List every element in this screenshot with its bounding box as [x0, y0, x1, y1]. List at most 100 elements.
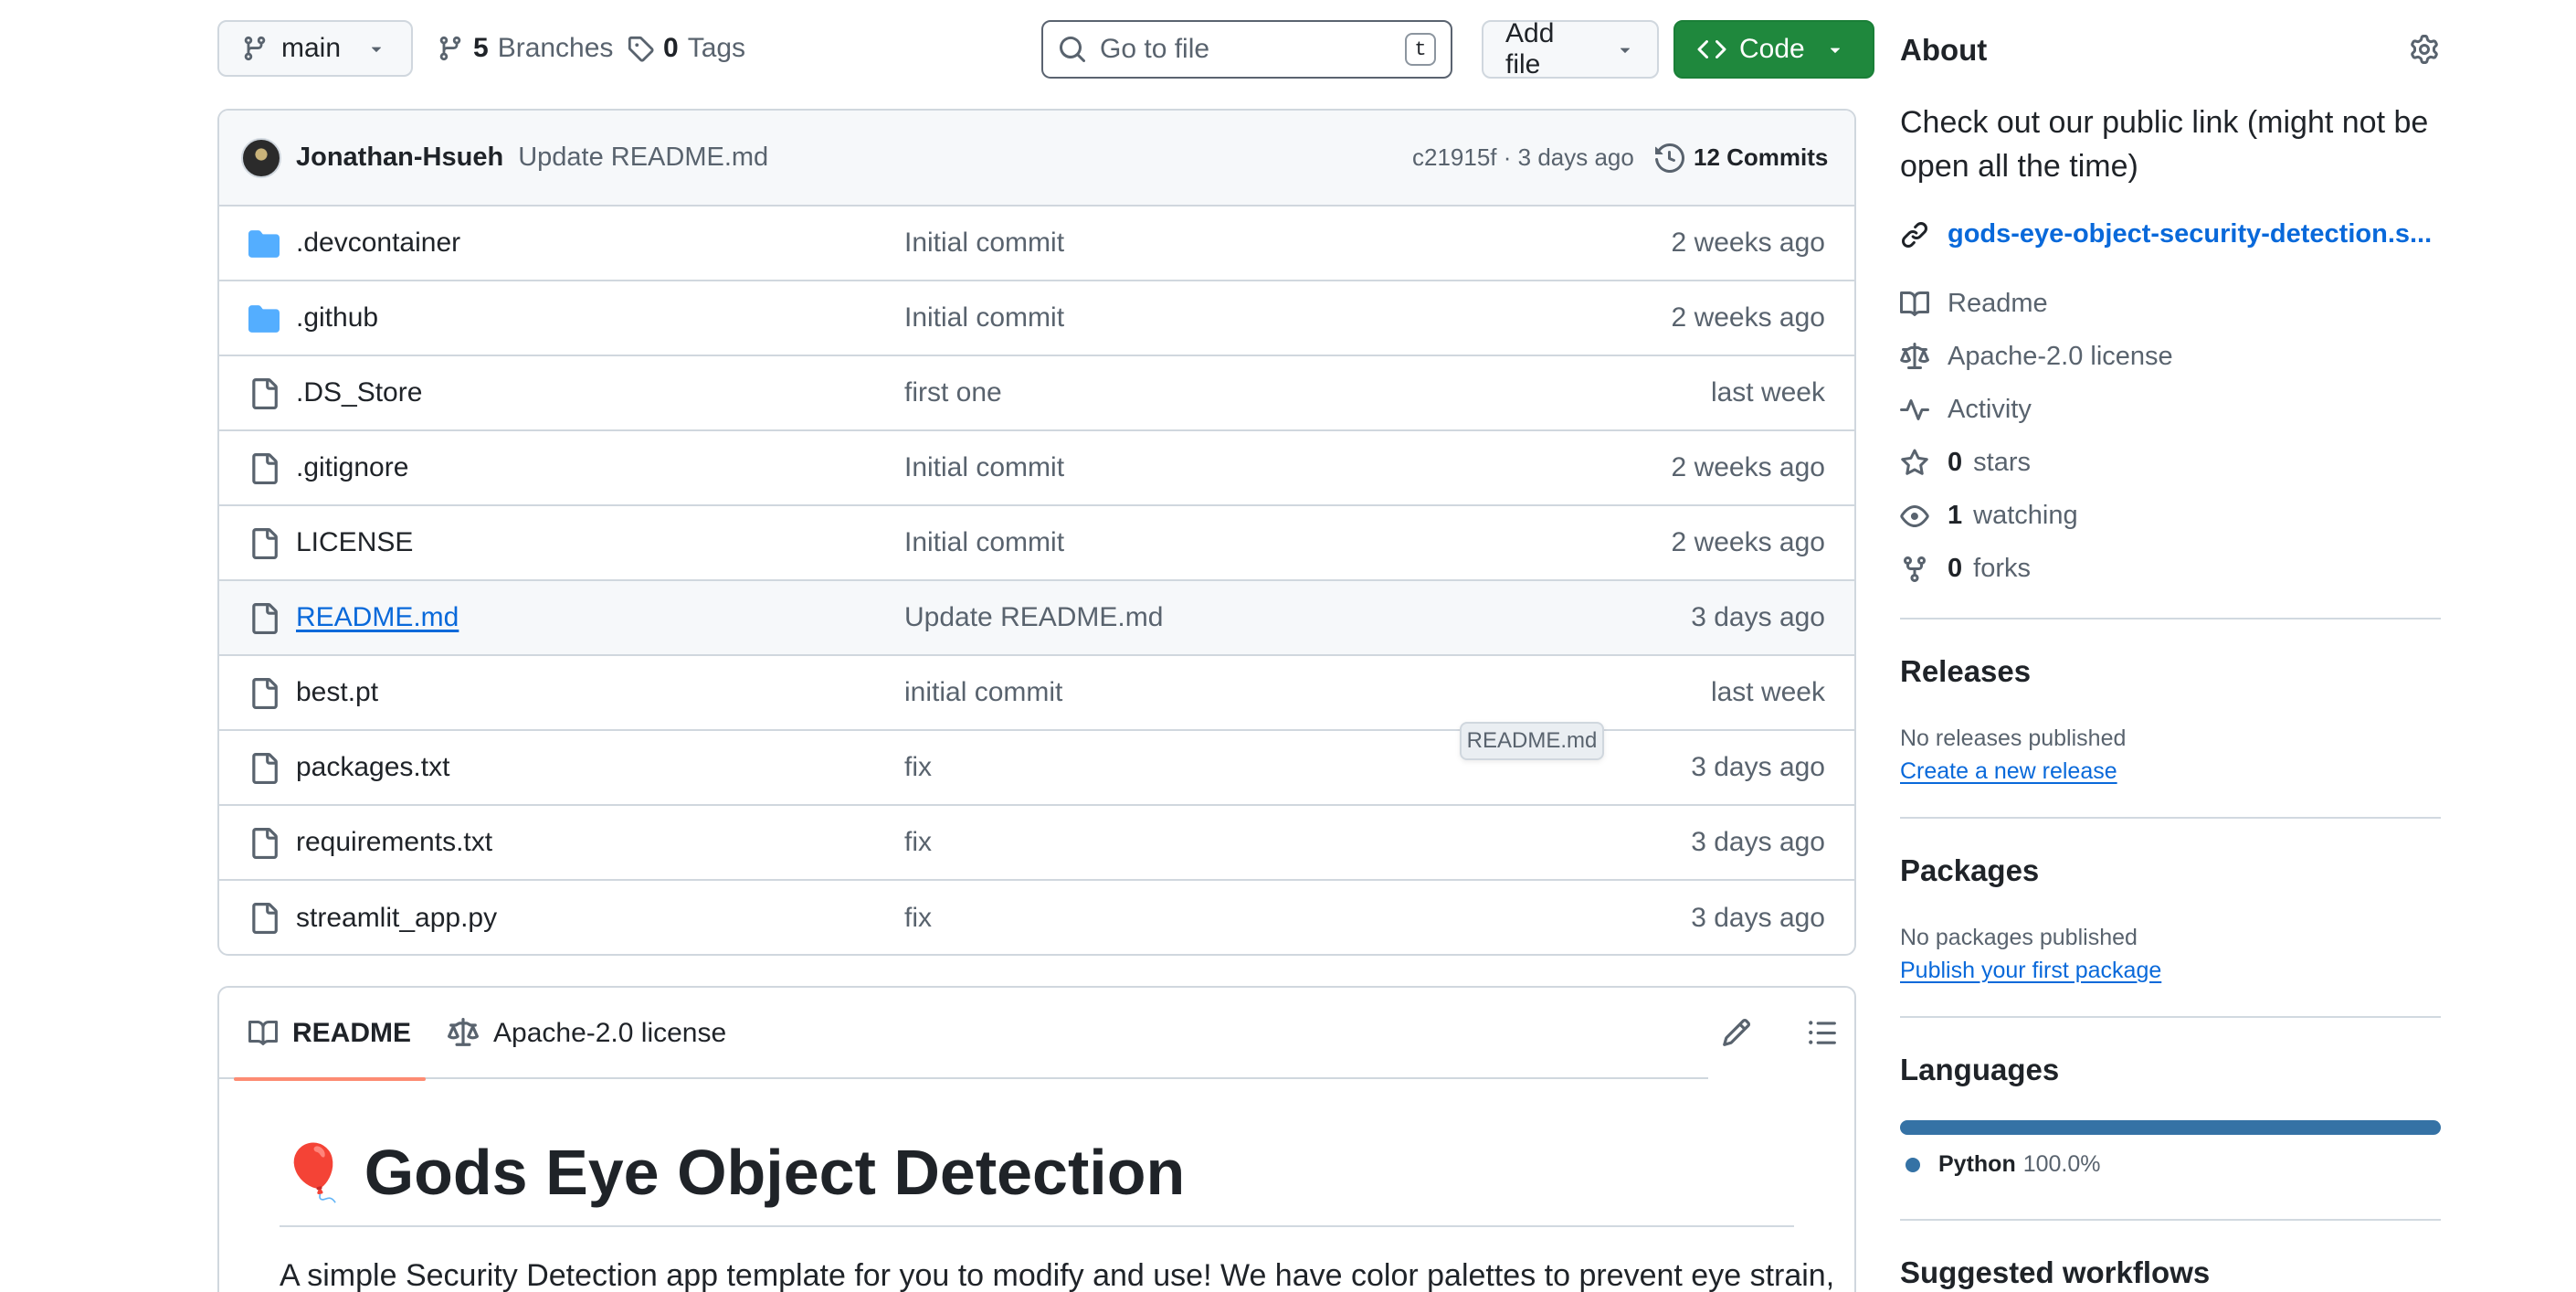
file-commit-message[interactable]: first one: [904, 377, 1002, 408]
branch-selector-button[interactable]: main: [217, 20, 413, 77]
stars-count: 0: [1948, 448, 1963, 477]
license-link[interactable]: Apache-2.0 license: [1900, 342, 2173, 372]
commits-history-link[interactable]: 12 Commits: [1655, 143, 1828, 173]
tooltip: README.md: [1460, 722, 1604, 760]
file-row[interactable]: .DS_Store first one last week: [219, 356, 1854, 431]
file-name[interactable]: LICENSE: [296, 527, 413, 558]
branch-name: main: [281, 33, 342, 63]
file-commit-message[interactable]: Initial commit: [904, 527, 1064, 558]
branches-label: Branches: [497, 33, 614, 63]
website-link[interactable]: gods-eye-object-security-detection.s...: [1900, 219, 2432, 249]
divider: [1900, 817, 2441, 819]
file-name[interactable]: .github: [296, 302, 378, 334]
watching-label: watching: [1973, 501, 2078, 530]
outline-button[interactable]: [1807, 1017, 1838, 1053]
publish-package-link[interactable]: Publish your first package: [1900, 958, 2161, 984]
watchers-link[interactable]: 1 watching: [1900, 501, 2078, 531]
add-file-label: Add file: [1505, 18, 1555, 79]
file-name[interactable]: README.md: [296, 602, 459, 633]
file-commit-message[interactable]: Update README.md: [904, 602, 1163, 633]
file-row[interactable]: packages.txt fix 3 days ago: [219, 731, 1854, 806]
latest-commit-bar: Jonathan-Hsueh Update README.md c21915f …: [219, 111, 1854, 207]
tags-link[interactable]: 0 Tags: [627, 33, 745, 64]
file-date: last week: [1710, 677, 1825, 707]
language-percent: 100.0%: [2022, 1151, 2101, 1177]
edit-readme-button[interactable]: [1721, 1017, 1752, 1053]
file-date: 2 weeks ago: [1671, 527, 1825, 557]
packages-status: No packages published: [1900, 925, 2138, 950]
law-icon: [1900, 342, 1929, 369]
packages-heading[interactable]: Packages: [1900, 853, 2039, 888]
file-row[interactable]: best.pt initial commit last week: [219, 656, 1854, 731]
file-commit-message[interactable]: fix: [904, 827, 932, 858]
file-commit-message[interactable]: Initial commit: [904, 452, 1064, 483]
file-commit-message[interactable]: initial commit: [904, 677, 1062, 708]
git-branch-icon: [439, 36, 461, 61]
commit-hash-time[interactable]: c21915f · 3 days ago: [1412, 143, 1634, 172]
commit-author[interactable]: Jonathan-Hsueh: [296, 143, 503, 173]
code-button[interactable]: Code: [1673, 20, 1874, 79]
file-date: 3 days ago: [1691, 827, 1825, 857]
about-settings-button[interactable]: [2410, 35, 2439, 69]
commit-message[interactable]: Update README.md: [518, 143, 768, 173]
file-name[interactable]: best.pt: [296, 677, 378, 708]
readme-link-label: Readme: [1948, 289, 2048, 318]
file-name[interactable]: .devcontainer: [296, 228, 460, 259]
file-row[interactable]: README.md Update README.md 3 days ago: [219, 581, 1854, 656]
forks-label: forks: [1973, 554, 2031, 583]
create-release-link[interactable]: Create a new release: [1900, 758, 2117, 785]
file-icon: [252, 903, 278, 934]
balloon-icon: 🎈: [280, 1141, 348, 1203]
branches-count: 5: [473, 33, 489, 63]
stars-label: stars: [1973, 448, 2031, 477]
file-commit-message[interactable]: Initial commit: [904, 228, 1064, 259]
activity-link[interactable]: Activity: [1900, 395, 2032, 425]
releases-heading[interactable]: Releases: [1900, 654, 2031, 689]
caret-down-icon: [1620, 48, 1631, 53]
file-row[interactable]: .gitignore Initial commit 2 weeks ago: [219, 431, 1854, 506]
tags-count: 0: [663, 33, 679, 63]
book-icon: [248, 1020, 278, 1045]
forks-count: 0: [1948, 554, 1963, 583]
file-name[interactable]: requirements.txt: [296, 827, 492, 858]
tab-readme[interactable]: README: [233, 988, 427, 1081]
language-color-dot: [1906, 1157, 1920, 1172]
file-row[interactable]: requirements.txt fix 3 days ago: [219, 806, 1854, 881]
folder-icon: [248, 230, 280, 258]
file-date: 2 weeks ago: [1671, 302, 1825, 333]
list-unordered-icon: [1809, 1021, 1836, 1044]
file-name[interactable]: .gitignore: [296, 452, 408, 483]
file-commit-message[interactable]: fix: [904, 752, 932, 783]
file-row[interactable]: LICENSE Initial commit 2 weeks ago: [219, 506, 1854, 581]
file-row[interactable]: streamlit_app.py fix 3 days ago: [219, 881, 1854, 954]
avatar[interactable]: [241, 137, 281, 178]
file-name[interactable]: streamlit_app.py: [296, 903, 497, 934]
branches-link[interactable]: 5 Branches: [437, 33, 613, 64]
language-name: Python: [1938, 1151, 2016, 1177]
readme-tabs: README Apache-2.0 license: [219, 988, 1708, 1081]
license-link-label: Apache-2.0 license: [1948, 342, 2173, 371]
file-name[interactable]: .DS_Store: [296, 377, 422, 408]
add-file-button[interactable]: Add file: [1482, 18, 1659, 79]
go-to-file-input[interactable]: Go to file t: [1041, 20, 1452, 79]
file-row[interactable]: .github Initial commit 2 weeks ago: [219, 281, 1854, 356]
forks-link[interactable]: 0 forks: [1900, 554, 2031, 584]
file-icon: [252, 453, 278, 484]
law-icon: [448, 1018, 479, 1046]
file-row[interactable]: .devcontainer Initial commit 2 weeks ago: [219, 207, 1854, 281]
stars-link[interactable]: 0 stars: [1900, 448, 2031, 478]
file-name[interactable]: packages.txt: [296, 752, 449, 783]
language-item[interactable]: Python 100.0%: [1906, 1151, 2101, 1178]
pulse-icon: [1900, 398, 1929, 420]
file-date: last week: [1710, 377, 1825, 408]
readme-link[interactable]: Readme: [1900, 289, 2048, 319]
file-commit-message[interactable]: fix: [904, 903, 932, 934]
readme-panel: README Apache-2.0 license 🎈 Gods Eye Obj…: [217, 986, 1856, 1292]
tab-license[interactable]: Apache-2.0 license: [448, 988, 726, 1079]
gear-icon: [2411, 35, 2438, 64]
file-commit-message[interactable]: Initial commit: [904, 302, 1064, 334]
code-icon: [1697, 39, 1726, 59]
code-label: Code: [1739, 34, 1805, 64]
languages-heading: Languages: [1900, 1053, 2060, 1086]
file-date: 2 weeks ago: [1671, 228, 1825, 258]
